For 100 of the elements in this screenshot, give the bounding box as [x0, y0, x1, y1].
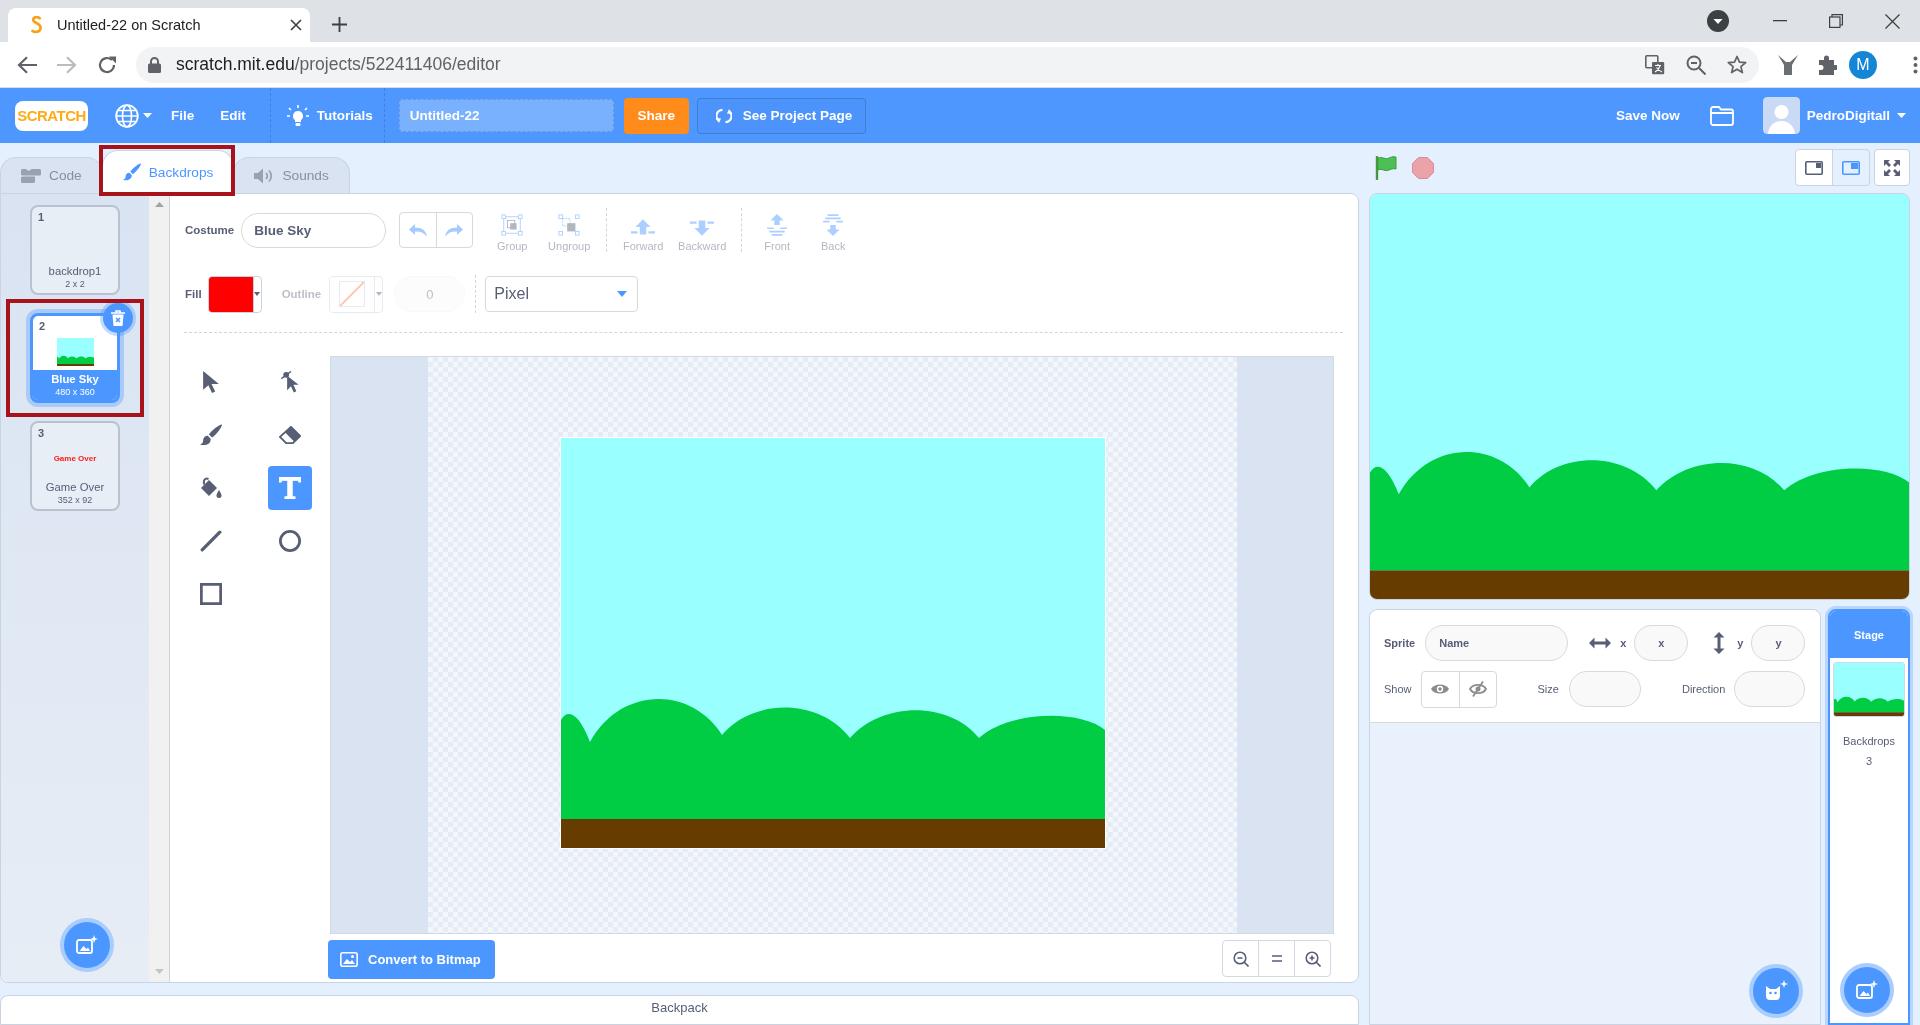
item-number: 2: [39, 320, 46, 333]
fullscreen-icon: [1884, 159, 1900, 176]
equals-icon: [1271, 955, 1282, 962]
thumbnail-drawing: [56, 337, 94, 366]
menu-item[interactable]: File: [171, 108, 195, 123]
zoom-out-icon[interactable]: [1686, 54, 1706, 75]
close-icon[interactable]: [290, 19, 302, 31]
costume-name-field[interactable]: Blue Sky: [241, 212, 387, 248]
arrow-up-lines-icon: [767, 214, 788, 236]
caret-down-icon: [143, 113, 152, 118]
zoom-in-button[interactable]: [1294, 940, 1331, 977]
stage-thumbnail-drawing: [1834, 663, 1904, 716]
direction-field[interactable]: [1734, 671, 1806, 707]
fill-label: Fill: [185, 288, 202, 300]
blocks-icon: [21, 168, 41, 183]
horizontal-arrows-icon: [1589, 637, 1612, 649]
logo[interactable]: SCRATCH: [15, 100, 88, 131]
favicon-icon: [29, 16, 45, 34]
share-button[interactable]: Share: [623, 97, 689, 134]
thumbnail-text: Game Over: [53, 454, 97, 463]
back-arrow-icon[interactable]: [17, 55, 37, 74]
paint-bucket-icon: [200, 477, 222, 499]
cat-sparkle-icon: [1764, 980, 1788, 1002]
fill-color-button[interactable]: [207, 275, 262, 313]
star-icon[interactable]: [1727, 55, 1747, 74]
folder-icon[interactable]: [1709, 105, 1734, 126]
eraser-icon: [279, 424, 301, 446]
zoom-out-button[interactable]: [1222, 940, 1259, 977]
backpack-panel[interactable]: Backpack: [0, 995, 1359, 1025]
show-label: Show: [1384, 683, 1412, 695]
brush-icon: [200, 424, 222, 446]
backdrop-item[interactable]: 2 Blue Sky 480 x 360: [30, 313, 120, 403]
small-stage-icon: [1805, 160, 1823, 175]
funnel-icon[interactable]: [1778, 54, 1798, 75]
more-menu-icon[interactable]: [1913, 55, 1918, 74]
see-project-page-button[interactable]: See Project Page: [696, 97, 866, 134]
globe-icon: [115, 103, 139, 128]
zoom-out-icon: [1232, 950, 1249, 967]
add-sprite-button[interactable]: [1749, 964, 1803, 1018]
url-text: scratch.mit.edu/projects/522411406/editor: [176, 54, 501, 75]
stage-target[interactable]: Stage Backdrops 3: [1828, 609, 1910, 1025]
fullscreen-button[interactable]: [1874, 149, 1910, 186]
reload-icon[interactable]: [97, 54, 117, 75]
save-now-button[interactable]: Save Now: [1615, 108, 1680, 123]
menu-item[interactable]: Edit: [220, 108, 246, 123]
item-number: 3: [38, 427, 45, 440]
y-field[interactable]: y: [1751, 625, 1806, 661]
text-tool-button[interactable]: [268, 466, 312, 510]
outline-width-field[interactable]: 0: [394, 276, 466, 312]
profile-button[interactable]: M: [1849, 50, 1877, 79]
account-menu[interactable]: PedroDigitall: [1762, 97, 1906, 134]
flag-icon[interactable]: [1375, 155, 1397, 180]
caret-down-icon: [617, 291, 628, 297]
caret-down-icon: [254, 292, 261, 296]
address-bar[interactable]: scratch.mit.edu/projects/522411406/editor: [136, 46, 1759, 83]
backdrop-name: backdrop1: [48, 265, 102, 277]
tutorials-button[interactable]: Tutorials: [286, 104, 373, 127]
tab-title: Untitled-22 on Scratch: [57, 17, 202, 33]
plus-icon[interactable]: [332, 17, 347, 32]
x-field[interactable]: x: [1634, 625, 1689, 661]
backdrop-item[interactable]: 1 backdrop1 2 x 2: [30, 205, 120, 295]
arrow-down-icon: [690, 219, 715, 236]
font-dropdown[interactable]: Pixel: [485, 276, 639, 312]
translate-icon[interactable]: [1645, 54, 1665, 75]
circle-icon: [279, 530, 301, 552]
no-color-swatch-icon: [339, 281, 366, 307]
scrollbar[interactable]: [149, 194, 170, 983]
paint-canvas[interactable]: [330, 356, 1334, 934]
undo-icon: [407, 223, 428, 237]
group-icon: [501, 214, 524, 236]
circular-arrows-icon: [715, 107, 732, 124]
delete-button[interactable]: [103, 303, 133, 333]
backdrop-item[interactable]: 3 Game Over Game Over 352 x 92: [30, 421, 120, 511]
sprite-name-field[interactable]: Name: [1425, 625, 1569, 661]
minimize-icon[interactable]: [1773, 20, 1787, 22]
size-field[interactable]: [1568, 671, 1641, 707]
backdrop-name: Game Over: [45, 481, 105, 493]
backpack-title: Backpack: [651, 1000, 708, 1018]
restore-icon[interactable]: [1829, 14, 1843, 28]
editor-tab[interactable]: Sounds: [233, 157, 350, 193]
outline-label: Outline: [281, 288, 322, 300]
square-icon: [200, 583, 222, 605]
zoom-in-icon: [1304, 950, 1321, 967]
close-icon[interactable]: [1884, 13, 1900, 29]
vertical-arrows-icon: [1713, 632, 1726, 654]
backdrop-size: 352 x 92: [57, 495, 93, 505]
stage-title: Stage: [1854, 628, 1884, 641]
letter-t-icon: [279, 477, 301, 499]
avatar-icon: [1762, 97, 1800, 134]
language-button[interactable]: [115, 103, 152, 128]
arrow-up-icon: [631, 219, 656, 236]
brush-icon: [122, 163, 141, 181]
dropdown-circle-icon[interactable]: [1707, 10, 1729, 32]
size-label: Size: [1537, 683, 1559, 695]
puzzle-icon[interactable]: [1817, 54, 1837, 75]
browser-tab[interactable]: Untitled-22 on Scratch: [8, 8, 310, 42]
stage-size-button[interactable]: [1795, 149, 1833, 186]
convert-to-bitmap-button[interactable]: Convert to Bitmap: [328, 940, 495, 979]
reset-zoom-button[interactable]: [1258, 940, 1295, 977]
add-backdrop-button[interactable]: [1840, 963, 1894, 1017]
